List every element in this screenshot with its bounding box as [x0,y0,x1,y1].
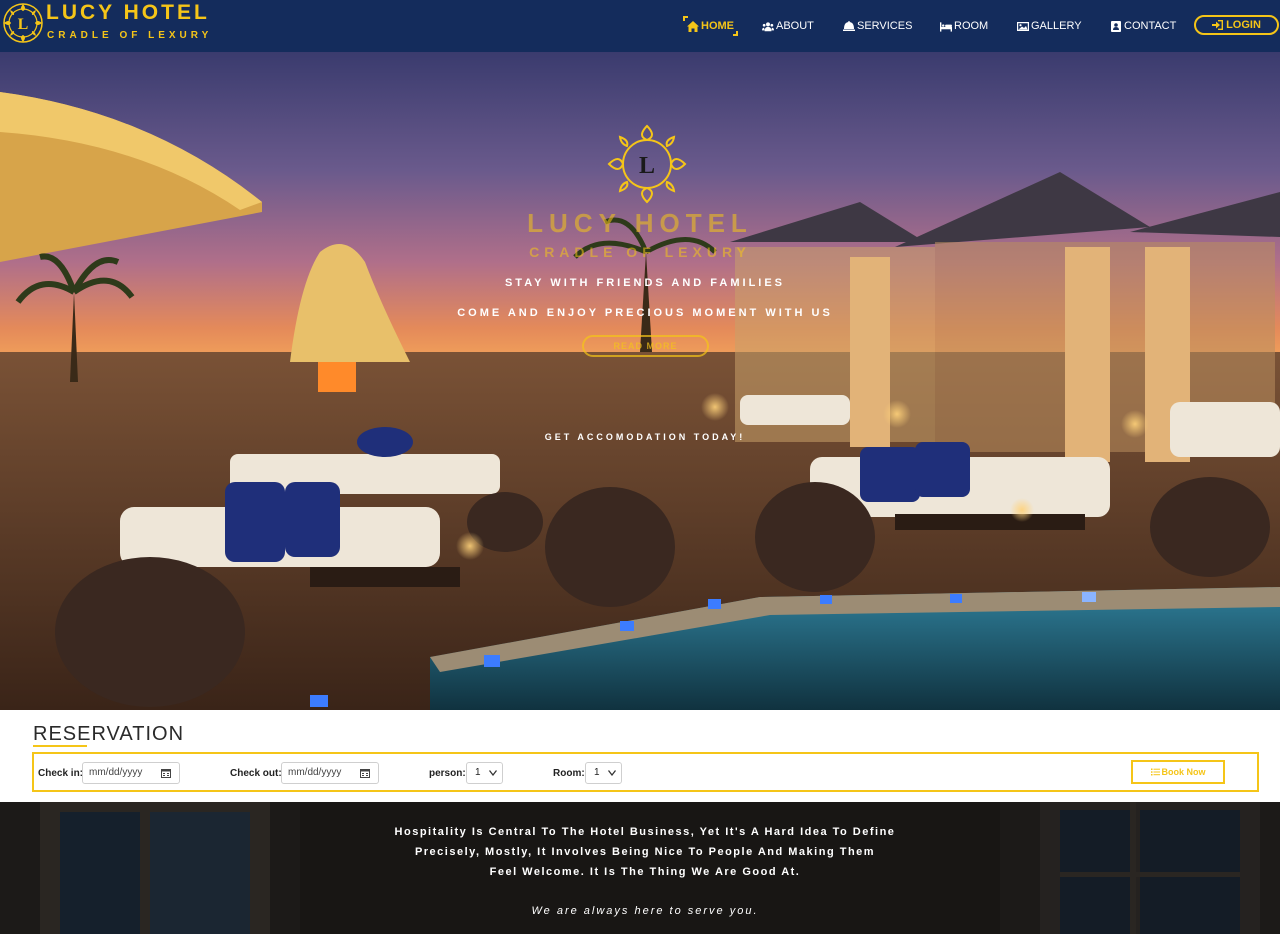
nav-about-label: ABOUT [776,20,814,32]
active-bracket-decoration [683,16,688,21]
hero-title: LUCY HOTEL [527,208,753,238]
brand-tagline: CRADLE OF LEXURY [47,30,213,41]
book-now-label: Book Now [1161,767,1206,777]
person-select[interactable]: 1 [466,762,503,784]
image-icon [1017,21,1029,31]
hotel-logo-icon[interactable]: L [2,2,44,44]
emblem-letter: L [639,153,655,179]
checkout-placeholder: mm/dd/yyyy [288,767,342,778]
read-more-button[interactable]: READ MORE [582,335,709,357]
chevron-down-icon [608,770,616,776]
list-icon [1150,768,1160,776]
hero-subheading-1: STAY WITH FRIENDS AND FAMILIES [504,277,786,289]
home-icon [687,20,699,32]
checkin-date-input[interactable]: mm/dd/yyyy [82,762,180,784]
nav-about[interactable]: ABOUT [762,18,814,34]
nav-gallery-label: GALLERY [1031,20,1082,32]
person-value: 1 [475,767,481,778]
nav-contact[interactable]: CONTACT [1110,18,1176,34]
book-now-button[interactable]: Book Now [1131,760,1225,784]
navbar: L LUCY HOTEL CRADLE OF LEXURY HOME ABOUT… [0,0,1280,52]
nav-contact-label: CONTACT [1124,20,1177,32]
person-label: person: [429,768,466,779]
contact-icon [1111,20,1121,32]
nav-home-label: HOME [701,20,734,32]
login-label: LOGIN [1226,19,1261,31]
hotel-emblem-icon: L [607,124,687,204]
about-quote: We are always here to serve you. [531,905,759,917]
reservation-form: Check in: mm/dd/yyyy Check out: mm/dd/yy… [32,752,1259,792]
room-select[interactable]: 1 [585,762,622,784]
hero-section: L LUCY HOTEL CRADLE OF LEXURY STAY WITH … [0,52,1280,710]
room-value: 1 [594,767,600,778]
nav-services-label: SERVICES [857,20,913,32]
about-section: Hospitality Is Central To The Hotel Busi… [0,802,1280,934]
users-icon [762,21,774,31]
brand-name[interactable]: LUCY HOTEL [46,1,210,25]
nav-room-label: ROOM [954,20,989,32]
calendar-icon[interactable] [360,768,370,778]
about-text-line-3: Feel Welcome. It Is The Thing We Are Goo… [489,866,801,878]
room-label: Room: [553,768,585,779]
active-bracket-decoration [733,31,738,36]
reservation-title: RESERVATION [33,723,185,745]
checkout-label: Check out: [230,768,282,779]
title-underline [33,745,87,747]
bed-icon [940,21,952,32]
reservation-section: RESERVATION Check in: mm/dd/yyyy Check o… [0,710,1280,802]
checkin-label: Check in: [38,768,84,779]
hero-cta-text: GET ACCOMODATION TODAY! [544,432,746,442]
login-button[interactable]: LOGIN [1194,15,1279,35]
hero-subheading-2: COME AND ENJOY PRECIOUS MOMENT WITH US [457,307,833,319]
calendar-icon[interactable] [161,768,171,778]
checkin-placeholder: mm/dd/yyyy [89,767,143,778]
hero-tagline: CRADLE OF LEXURY [529,244,751,260]
bell-icon [843,20,855,31]
sign-in-icon [1212,20,1224,30]
nav-services[interactable]: SERVICES [843,18,912,34]
chevron-down-icon [489,770,497,776]
about-text-line-2: Precisely, Mostly, It Involves Being Nic… [414,846,876,858]
about-text-line-1: Hospitality Is Central To The Hotel Busi… [394,826,896,838]
nav-room[interactable]: ROOM [940,18,988,34]
nav-home[interactable]: HOME [683,16,738,36]
nav-gallery[interactable]: GALLERY [1017,18,1082,34]
checkout-date-input[interactable]: mm/dd/yyyy [281,762,379,784]
logo-letter: L [18,16,29,33]
